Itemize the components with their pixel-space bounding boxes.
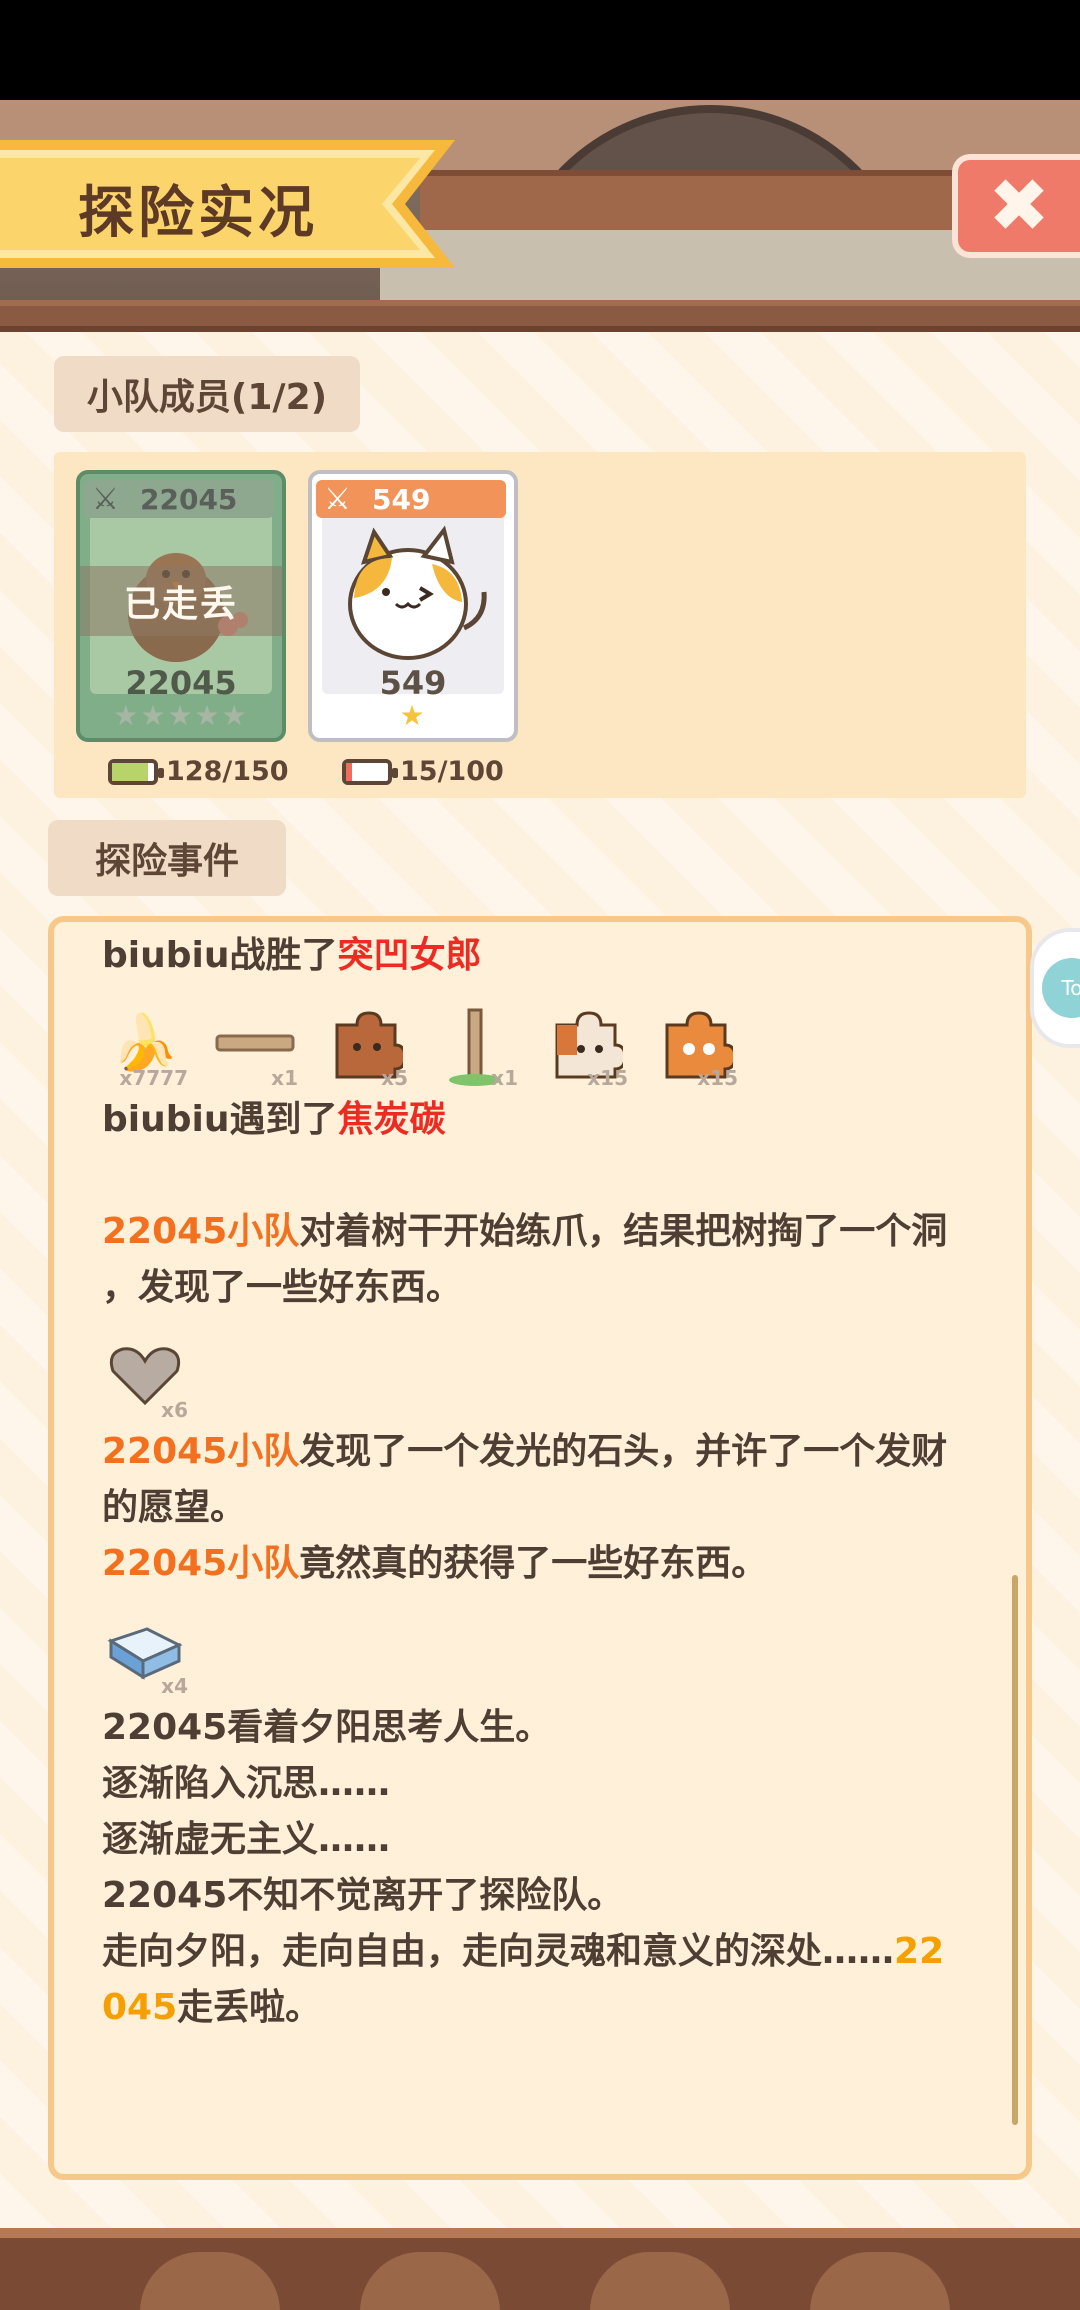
card-badge: ⚔ 549 [316, 480, 506, 518]
side-float-label: To [1042, 958, 1080, 1018]
event-line: 22045看着夕阳思考人生。 [102, 1707, 552, 1748]
lost-status-label: 已走丢 [80, 566, 282, 636]
brown-cat-puzzle-icon: x5 [322, 1000, 408, 1090]
event-line: biubiu遇到了焦炭碳 [102, 1099, 446, 1140]
loot-row: x4 [102, 1598, 1002, 1698]
calico-cat-creature-icon [348, 525, 487, 660]
crossed-swords-icon: ⚔ [324, 482, 351, 517]
stamina-549: 15/100 [342, 756, 504, 787]
battery-fill [346, 762, 353, 781]
bottom-bar [0, 2228, 1080, 2310]
event-line: 22045小队对着树干开始练爪，结果把树掏了一个洞 [102, 1211, 948, 1252]
events-content: biubiu战胜了突凹女郎 🍌 x7777 x1 x5 x1 x15 x15 bi… [102, 922, 1002, 2036]
side-float-button[interactable]: To [1030, 928, 1080, 1048]
card-name: 549 [379, 664, 447, 702]
sapling-icon: x1 [432, 1000, 518, 1090]
member-card-549[interactable]: ⚔ 549 549 ★ [308, 470, 518, 742]
calico-puzzle-icon: x15 [542, 1000, 628, 1090]
bottom-decoration [810, 2252, 950, 2310]
tissue-box-icon: x4 [102, 1608, 188, 1698]
star-rating: ★ [399, 699, 427, 732]
card-name: 22045 [125, 664, 237, 702]
event-line: 逐渐陷入沉思…… [102, 1763, 391, 1804]
battery-fill [112, 762, 148, 781]
page-title: 探险实况 [78, 181, 318, 246]
bottom-decoration [590, 2252, 730, 2310]
loot-row: 🍌 x7777 x1 x5 x1 x15 x15 [102, 990, 1002, 1090]
card-badge-value: 549 [372, 482, 431, 516]
event-line: 22045小队竟然真的获得了一些好东西。 [102, 1543, 768, 1584]
header-strip [0, 300, 1080, 332]
card-badge: ⚔ 22045 [84, 480, 274, 518]
close-button[interactable]: ✖ [952, 154, 1080, 258]
orange-puzzle-icon: x15 [652, 1000, 738, 1090]
battery-icon [108, 758, 164, 785]
events-log[interactable]: biubiu战胜了突凹女郎 🍌 x7777 x1 x5 x1 x15 x15 bi… [48, 916, 1032, 2180]
loot-row: x6 [102, 1322, 1002, 1422]
stone-heart-icon: x6 [102, 1332, 188, 1422]
member-card-22045[interactable]: ⚔ 22045 已走丢 22045 ★★★★★ [76, 470, 286, 742]
event-line: 的愿望。 [102, 1487, 247, 1528]
close-x-icon: ✖ [987, 163, 1050, 249]
card-badge-value: 22045 [140, 482, 238, 516]
event-line: 22045小队发现了一个发光的石头，并许了一个发财 [102, 1431, 948, 1472]
stamina-22045: 128/150 [108, 756, 289, 787]
stamina-value: 128/150 [166, 756, 289, 787]
events-section-label: 探险事件 [48, 820, 286, 896]
event-line: 逐渐虚无主义…… [102, 1819, 391, 1860]
bottom-decoration [140, 2252, 280, 2310]
plank-icon: x1 [212, 1000, 298, 1090]
event-line: 22045不知不觉离开了探险队。 [102, 1875, 624, 1916]
event-line: 走向夕阳，走向自由，走向灵魂和意义的深处……22 [102, 1931, 945, 1972]
star-rating: ★★★★★ [113, 699, 249, 732]
battery-icon [342, 758, 398, 785]
status-bar [0, 0, 1080, 100]
crossed-swords-icon: ⚔ [92, 482, 119, 517]
event-line: ，发现了一些好东西。 [102, 1267, 463, 1308]
banana-icon: 🍌 x7777 [111, 1011, 188, 1090]
events-scrollbar[interactable] [1012, 1575, 1018, 2125]
event-line: 045走丢啦。 [102, 1987, 322, 2028]
event-line: biubiu战胜了突凹女郎 [102, 935, 482, 976]
team-section-label: 小队成员(1/2) [54, 356, 360, 432]
bottom-decoration [360, 2252, 500, 2310]
stamina-value: 15/100 [400, 756, 504, 787]
